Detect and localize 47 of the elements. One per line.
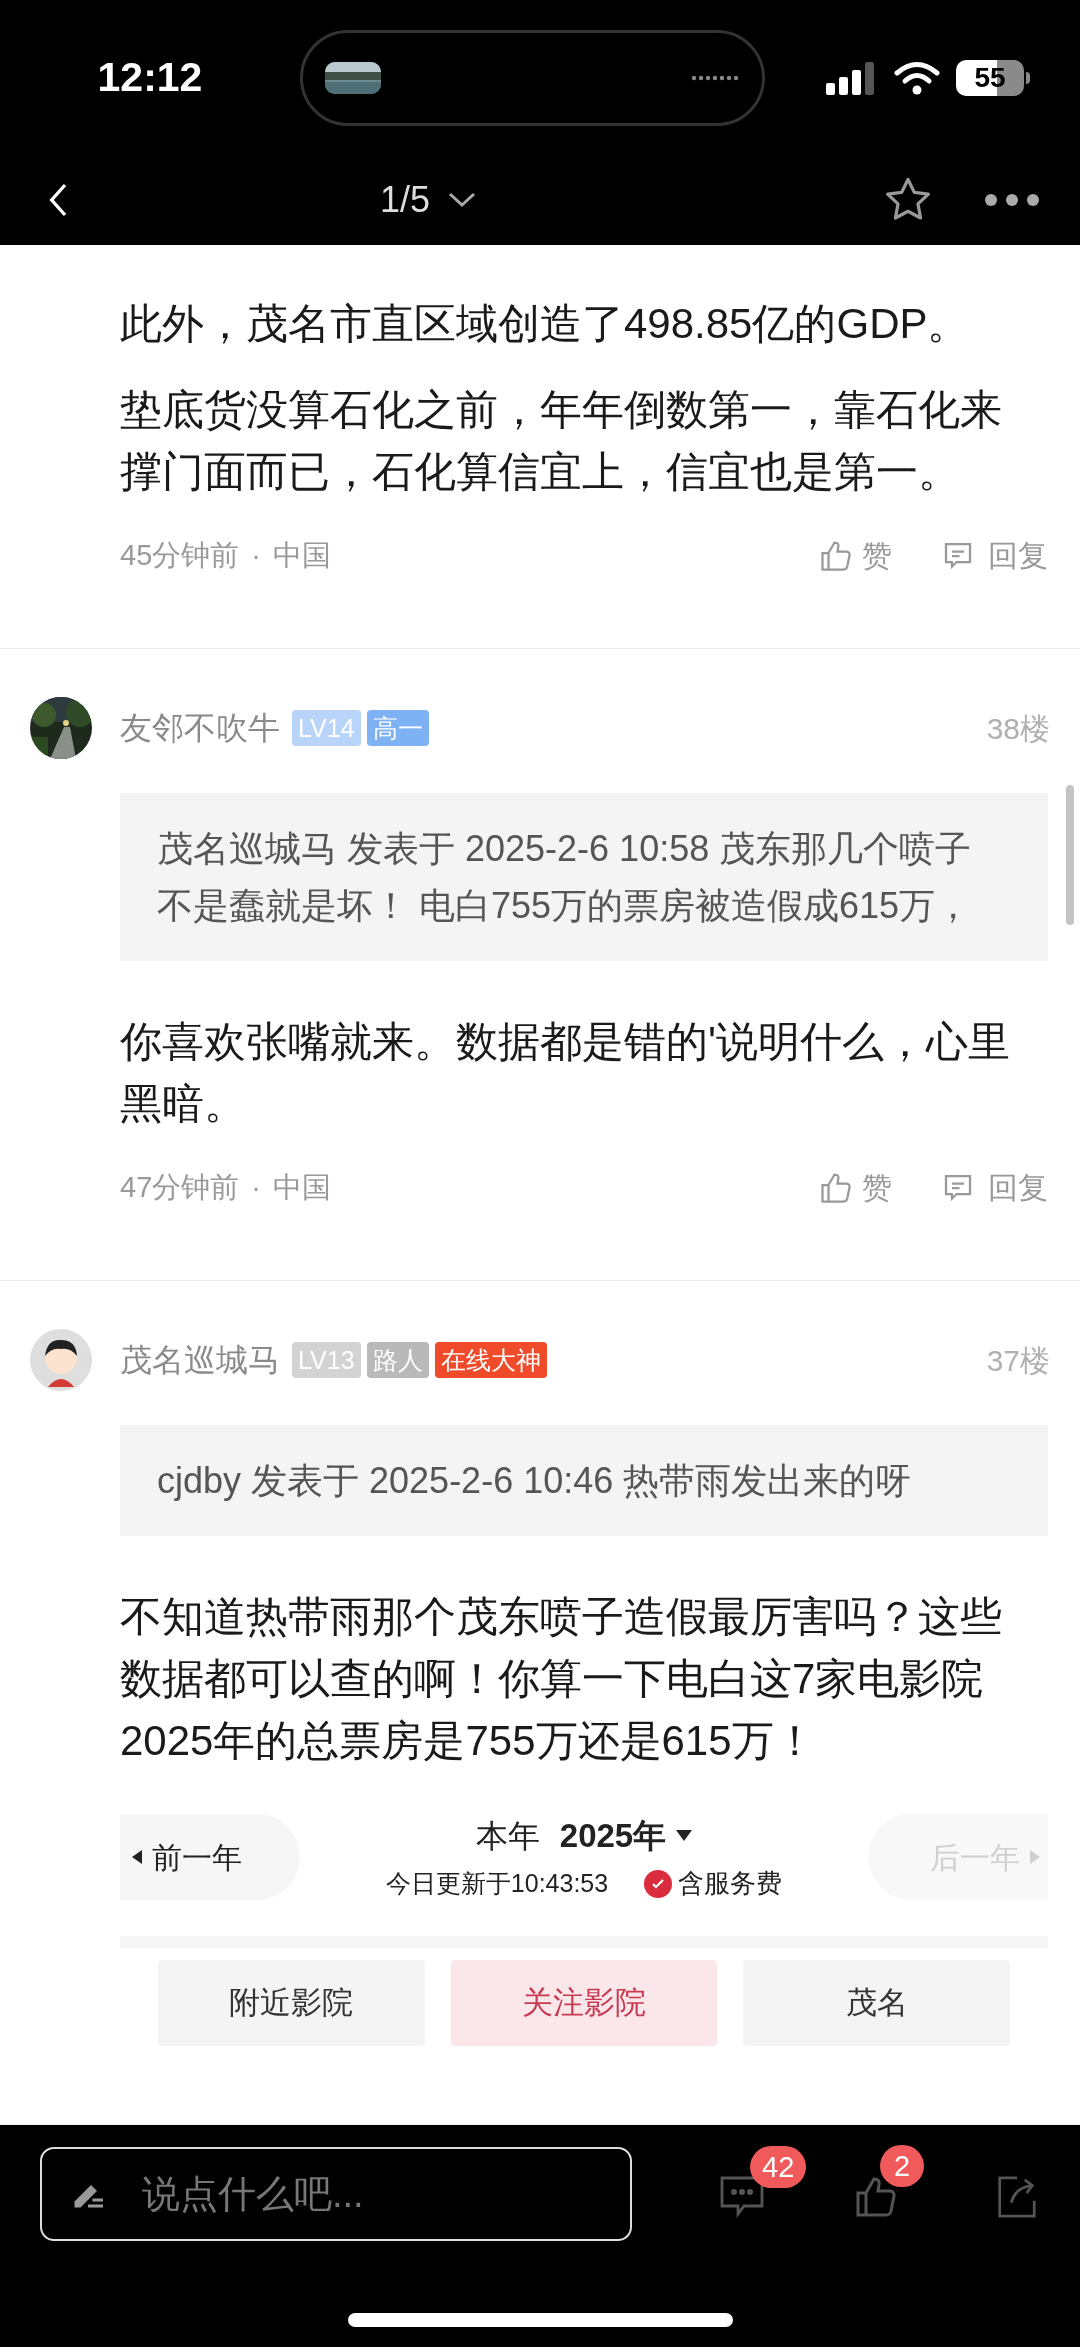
caret-icon <box>676 1830 693 1841</box>
user-badge: 路人 <box>366 1342 429 1378</box>
floor-number: 38楼 <box>986 710 1050 747</box>
previous-year-button[interactable]: 前一年 <box>120 1814 300 1900</box>
comment-text: 此外，茂名市直区域创造了498.85亿的GDP。 <box>120 299 971 349</box>
user-name[interactable]: 友邻不吹牛 <box>120 704 280 752</box>
comment-input[interactable]: 说点什么吧... <box>40 2147 632 2241</box>
right-triangle-icon <box>1030 1850 1040 1864</box>
check-icon[interactable] <box>644 1869 673 1898</box>
left-triangle-icon <box>132 1850 142 1864</box>
comment-time: 47分钟前 <box>120 1169 240 1205</box>
reply-button[interactable]: 回复 <box>940 1165 1048 1210</box>
wifi-icon <box>894 60 940 95</box>
dot-separator: · <box>251 537 261 573</box>
like-button[interactable]: 赞 <box>818 533 892 578</box>
quoted-comment: 茂名巡城马 发表于 2025-2-6 10:58 茂东那几个喷子不是蠢就是坏！ 电白755万的票房被造假成615万， <box>120 793 1048 961</box>
more-icon[interactable] <box>984 193 1040 207</box>
comment-time: 45分钟前 <box>120 537 240 573</box>
user-badge: 在线大神 <box>434 1342 547 1378</box>
avatar-icon <box>30 1329 92 1391</box>
floor-number: 37楼 <box>986 1342 1050 1379</box>
reply-button[interactable]: 回复 <box>940 533 1048 578</box>
page-selector[interactable]: 1/5 <box>380 173 477 227</box>
cinema-tab[interactable]: 茂名 <box>743 1960 1010 2046</box>
update-time: 今日更新于10:43:53 <box>385 1868 609 1899</box>
cinema-tab[interactable]: 附近影院 <box>158 1960 425 2046</box>
quoted-comment: cjdby 发表于 2025-2-6 10:46 热带雨发出来的呀 <box>120 1425 1048 1536</box>
period-label: 本年 <box>475 1816 540 1856</box>
user-badge: 高一 <box>366 710 429 746</box>
comment-location: 中国 <box>272 537 332 573</box>
year-dropdown[interactable]: 2025年 <box>559 1810 693 1861</box>
comment-text: 不知道热带雨那个茂东喷子造假最厉害吗？这些数据都可以查的啊！你算一下电白这7家电影院2025年的总票房是755万还是615万！ <box>120 1592 1003 1766</box>
comment-location: 中国 <box>272 1169 332 1205</box>
audio-wave-icon <box>690 73 740 82</box>
comment-text: 你喜欢张嘴就来。数据都是错的'说明什么，心里黑暗。 <box>120 1017 1012 1129</box>
scrollbar[interactable] <box>1066 785 1074 925</box>
like-button[interactable]: 赞 <box>818 1165 892 1210</box>
dot-separator: · <box>251 1169 261 1205</box>
user-name[interactable]: 茂名巡城马 <box>120 1336 280 1384</box>
user-badge: LV14 <box>292 710 361 746</box>
cinema-tab[interactable]: 关注影院 <box>450 1960 718 2046</box>
comment-text: 垫底货没算石化之前，年年倒数第一，靠石化来撑门面而已，石化算信宜上，信宜也是第一。 <box>120 385 1003 497</box>
comment-count-badge: 42 <box>750 2146 807 2188</box>
chevron-down-icon <box>448 191 477 209</box>
service-fee-label: 含服务费 <box>678 1867 783 1901</box>
like-count-badge: 2 <box>880 2145 925 2187</box>
status-time: 12:12 <box>96 52 204 102</box>
